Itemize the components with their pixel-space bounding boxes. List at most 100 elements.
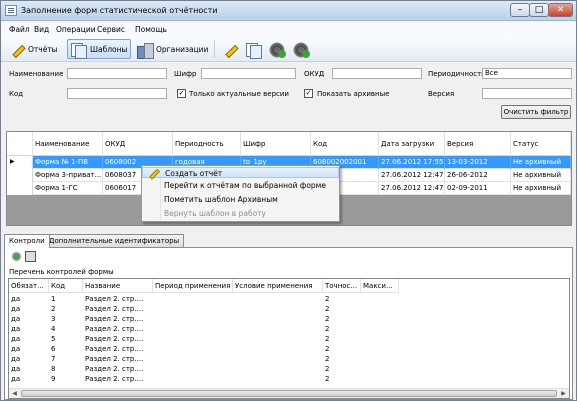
name-input[interactable]	[67, 68, 167, 79]
list-item[interactable]: да 4 Раздел 2. стр.... 2	[9, 325, 569, 334]
version-label: Версия	[428, 90, 455, 98]
forms-tool-button[interactable]	[241, 39, 263, 59]
cell-control-name: Раздел 2. стр....	[85, 335, 144, 343]
cell-control-code: 6	[51, 345, 56, 353]
col-date[interactable]: Дата загрузки	[379, 132, 445, 156]
clear-filter-button[interactable]: Очистить фильтр	[501, 105, 571, 119]
list-item[interactable]: да 6 Раздел 2. стр.... 2	[9, 345, 569, 354]
show-archive-label: Показать архивные	[317, 90, 390, 98]
cell-mandatory: да	[11, 355, 21, 363]
menu-go-to-reports[interactable]: Перейти к отчётам по выбранной форме	[142, 180, 339, 191]
cell-control-name: Раздел 2. стр....	[85, 315, 144, 323]
cipher-input[interactable]	[201, 68, 296, 79]
menu-help[interactable]: Помощь	[135, 25, 167, 34]
cell-mandatory: да	[11, 375, 21, 383]
controls-list: Обязат... Код Название Период применения…	[8, 278, 570, 399]
create-report-tool-button[interactable]	[219, 39, 239, 59]
period-select[interactable]: Все	[482, 68, 572, 79]
cell-control-name: Раздел 2. стр....	[85, 325, 144, 333]
templates-button[interactable]: Шаблоны	[67, 39, 131, 59]
col-control-code[interactable]: Код	[49, 279, 83, 293]
list-item[interactable]: да 3 Раздел 2. стр.... 2	[9, 315, 569, 324]
minimize-button[interactable]: –	[510, 3, 530, 17]
cell-mandatory: да	[11, 315, 21, 323]
cell-name: Форма № 1-ПВ	[33, 156, 103, 169]
col-status[interactable]: Статус	[511, 132, 571, 156]
green-check-icon	[302, 50, 310, 58]
col-period[interactable]: Периодность	[173, 132, 241, 156]
row-indicator: ▶	[7, 156, 33, 169]
col-precision[interactable]: Точнос...	[323, 279, 361, 293]
scroll-thumb[interactable]	[21, 390, 557, 397]
cell-control-code: 9	[51, 375, 56, 383]
green-arrow-icon	[278, 50, 286, 58]
filter-panel: Наименование Шифр ОКУД Периодичность Все…	[1, 63, 576, 125]
col-version[interactable]: Версия	[445, 132, 511, 156]
organizations-button[interactable]: Организации	[134, 39, 210, 59]
cell-control-name: Раздел 2. стр....	[85, 295, 144, 303]
col-mandatory[interactable]: Обязат...	[9, 279, 49, 293]
list-item[interactable]: да 8 Раздел 2. стр.... 2	[9, 365, 569, 374]
check-controls-icon[interactable]	[11, 251, 22, 262]
code-input[interactable]	[67, 88, 167, 99]
cell-control-code: 7	[51, 355, 56, 363]
col-okud[interactable]: ОКУД	[103, 132, 173, 156]
col-max[interactable]: Макси...	[361, 279, 399, 293]
list-item[interactable]: да 2 Раздел 2. стр.... 2	[9, 305, 569, 314]
menu-create-report[interactable]: Создать отчёт	[142, 167, 339, 178]
maximize-button[interactable]: □	[529, 3, 549, 17]
cell-control-code: 8	[51, 365, 56, 373]
menu-service[interactable]: Сервис	[97, 25, 125, 34]
toolbar: Отчёты Шаблоны Организации	[1, 36, 576, 62]
cell-control-code: 5	[51, 335, 56, 343]
cell-control-name: Раздел 2. стр....	[85, 355, 144, 363]
cell-control-code: 2	[51, 305, 56, 313]
reports-button[interactable]: Отчёты	[7, 39, 65, 59]
horizontal-scrollbar[interactable]: ◀ ▶	[9, 388, 569, 398]
col-name[interactable]: Наименование	[33, 132, 103, 156]
version-input[interactable]	[482, 88, 572, 99]
scroll-left-icon[interactable]: ◀	[10, 390, 19, 398]
app-window: Заполнение форм статистической отчётност…	[0, 0, 577, 401]
menu-mark-archived[interactable]: Пометить шаблон Архивным	[142, 194, 339, 205]
cell-version: 02-09-2011	[445, 182, 511, 195]
col-condition-apply[interactable]: Условие применения	[233, 279, 323, 293]
close-button[interactable]: ✕	[548, 3, 573, 17]
cell-control-code: 1	[51, 295, 56, 303]
list-item[interactable]: да 7 Раздел 2. стр.... 2	[9, 355, 569, 364]
cell-date: 27.06.2012 12:47	[379, 182, 445, 195]
cell-control-name: Раздел 2. стр....	[85, 375, 144, 383]
col-period-apply[interactable]: Период применения	[153, 279, 233, 293]
pencil-icon	[147, 167, 158, 178]
actual-versions-checkbox[interactable]: ✓	[177, 89, 186, 98]
col-control-name[interactable]: Название	[83, 279, 153, 293]
bottom-tabs: Контроли Дополнительные идентификаторы П…	[1, 234, 576, 401]
col-cipher[interactable]: Шифр	[241, 132, 311, 156]
print-icon[interactable]	[25, 251, 36, 262]
list-item[interactable]: да 5 Раздел 2. стр.... 2	[9, 335, 569, 344]
scroll-right-icon[interactable]: ▶	[559, 390, 568, 398]
context-menu: Создать отчёт Перейти к отчётам по выбра…	[141, 165, 340, 222]
update-tool-button[interactable]	[289, 39, 311, 59]
tab-controls[interactable]: Контроли	[4, 234, 50, 248]
list-item[interactable]: да 9 Раздел 2. стр.... 2	[9, 375, 569, 383]
cell-precision: 2	[325, 335, 330, 343]
list-item[interactable]: да 1 Раздел 2. стр.... 2	[9, 295, 569, 304]
okud-input[interactable]	[332, 68, 422, 79]
menu-view[interactable]: Вид	[34, 25, 49, 34]
cell-mandatory: да	[11, 295, 21, 303]
settings-tool-button[interactable]	[265, 39, 287, 59]
cell-version: 26-06-2012	[445, 169, 511, 182]
cell-status: Не архивный	[511, 156, 571, 169]
tab-extra-identifiers[interactable]: Дополнительные идентификаторы	[44, 234, 185, 247]
show-archive-checkbox[interactable]: ✓	[304, 89, 313, 98]
templates-icon	[70, 42, 87, 59]
col-code[interactable]: Код	[311, 132, 379, 156]
menu-operations[interactable]: Операции	[56, 25, 96, 34]
organizations-label: Организации	[156, 45, 209, 54]
cell-date: 27.06.2012 12:47	[379, 169, 445, 182]
cell-status: Не архивный	[511, 182, 571, 195]
menu-file[interactable]: Файл	[9, 25, 30, 34]
organizations-icon	[137, 42, 154, 59]
cell-precision: 2	[325, 315, 330, 323]
